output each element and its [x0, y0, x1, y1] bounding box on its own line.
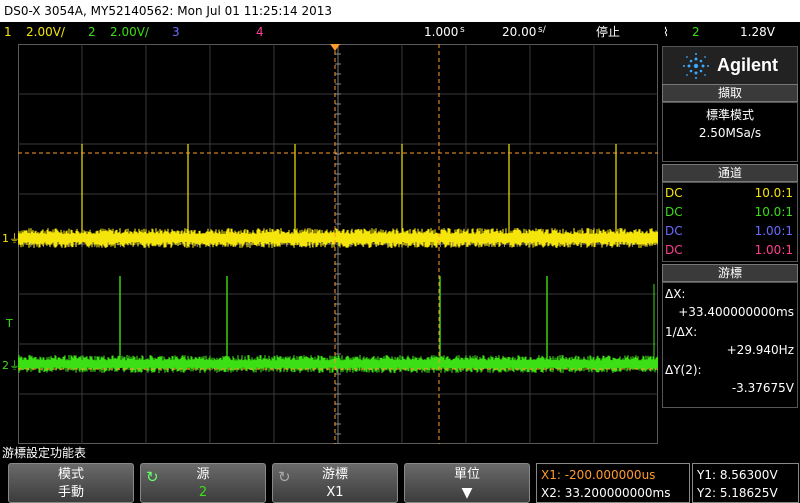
- cursors-label: 游標: [321, 467, 348, 482]
- mode-softkey[interactable]: 模式 手動: [8, 463, 134, 503]
- seconds-symbol-icon: s: [460, 25, 465, 35]
- ch3-probe: 1.00:1: [754, 224, 793, 238]
- brand-name: Agilent: [717, 55, 778, 75]
- ch1-marker-label: 1: [2, 232, 9, 245]
- delta-x-value: +33.400000000ms: [678, 305, 794, 319]
- info-panel: Agilent 擷取 標準模式 2.50MSa/s 通道 DC 10.0:1 D…: [660, 44, 800, 444]
- source-value: 2: [198, 485, 208, 500]
- arrow-down-icon: ▼: [461, 485, 473, 501]
- ch4-coupling: DC: [665, 243, 683, 257]
- ch1-coupling: DC: [665, 186, 683, 200]
- mode-label: 模式: [57, 467, 84, 482]
- agilent-spark-icon: [683, 53, 709, 79]
- waveform-canvas: [18, 44, 658, 444]
- source-softkey[interactable]: ↻ 源 2: [140, 463, 266, 503]
- x1-readout: X1: -200.000000us: [541, 468, 656, 482]
- delta-y-label: ΔY(2):: [665, 363, 702, 377]
- timebase[interactable]: 20.00: [502, 22, 536, 42]
- ch3-coupling: DC: [665, 224, 683, 238]
- x2-readout: X2: 33.200000000ms: [541, 486, 671, 500]
- acquisition-mode: 標準模式: [705, 108, 754, 122]
- y2-readout: Y2: 5.18625V: [697, 486, 778, 500]
- ch2-marker-label: 2: [2, 359, 9, 372]
- trigger-level[interactable]: 1.28V: [740, 22, 775, 42]
- ch2-ground-marker[interactable]: 2⏚: [2, 360, 20, 372]
- ch2-scale[interactable]: 2.00V/: [110, 22, 149, 42]
- waveform-display[interactable]: [18, 44, 658, 444]
- x-cursor-readout: X1: -200.000000us X2: 33.200000000ms: [536, 463, 690, 503]
- trigger-level-marker[interactable]: T: [6, 318, 13, 330]
- mode-value: 手動: [57, 485, 84, 500]
- trigger-source[interactable]: 2: [692, 22, 700, 42]
- channels-section: DC 10.0:1 DC 10.0:1 DC 1.00:1 DC 1.00:1: [662, 182, 798, 262]
- falling-edge-trigger-icon: ⌇: [663, 25, 669, 39]
- y1-readout: Y1: 8.56300V: [697, 468, 778, 482]
- inverse-delta-x-value: +29.940Hz: [726, 343, 794, 357]
- delta-x-label: ΔX:: [665, 287, 686, 301]
- window-title: DS0-X 3054A, MY52140562: Mon Jul 01 11:2…: [0, 0, 800, 22]
- brand-logo: Agilent: [662, 46, 798, 86]
- delta-y-value: -3.37675V: [731, 381, 794, 395]
- ch4-probe: 1.00:1: [754, 243, 793, 257]
- acquisition-section: 標準模式 2.50MSa/s: [662, 102, 798, 162]
- cursors-header: 游標: [662, 264, 798, 282]
- ch1-probe: 10.0:1: [754, 186, 793, 200]
- sample-rate: 2.50MSa/s: [698, 126, 762, 140]
- seconds-per-div-symbol-icon: s/: [538, 25, 546, 35]
- units-softkey[interactable]: 單位 ▼: [404, 463, 530, 503]
- menu-title: 游標設定功能表: [2, 446, 87, 460]
- units-label: 單位: [453, 467, 480, 482]
- ch1-ground-marker[interactable]: 1⏚: [2, 233, 20, 245]
- cursors-section: ΔX: +33.400000000ms 1/ΔX: +29.940Hz ΔY(2…: [662, 282, 798, 408]
- y-cursor-readout: Y1: 8.56300V Y2: 5.18625V: [692, 463, 799, 503]
- time-delay[interactable]: 1.000: [424, 22, 458, 42]
- ground-icon: ⏚: [9, 232, 20, 245]
- ch1-number[interactable]: 1: [4, 22, 12, 42]
- cursors-value: X1: [326, 485, 344, 500]
- ch2-number[interactable]: 2: [88, 22, 96, 42]
- ch4-number[interactable]: 4: [256, 22, 264, 42]
- ch1-scale[interactable]: 2.00V/: [26, 22, 65, 42]
- softkey-bar: 模式 手動 ↻ 源 2 ↻ 游標 X1 單位 ▼ X1: -200.000000…: [0, 462, 800, 503]
- run-state[interactable]: 停止: [596, 22, 620, 42]
- channel-status-bar: 1 2.00V/ 2 2.00V/ 3 4 1.000 s 20.00 s/ 停…: [0, 22, 800, 42]
- ground-icon: ⏚: [9, 359, 20, 372]
- inverse-delta-x-label: 1/ΔX:: [665, 325, 698, 339]
- ch2-probe: 10.0:1: [754, 205, 793, 219]
- acquisition-header: 擷取: [662, 84, 798, 102]
- ch2-coupling: DC: [665, 205, 683, 219]
- source-label: 源: [196, 467, 210, 482]
- trigger-marker-label: T: [6, 317, 13, 330]
- channels-header: 通道: [662, 164, 798, 182]
- ch3-number[interactable]: 3: [172, 22, 180, 42]
- cursors-softkey[interactable]: ↻ 游標 X1: [272, 463, 398, 503]
